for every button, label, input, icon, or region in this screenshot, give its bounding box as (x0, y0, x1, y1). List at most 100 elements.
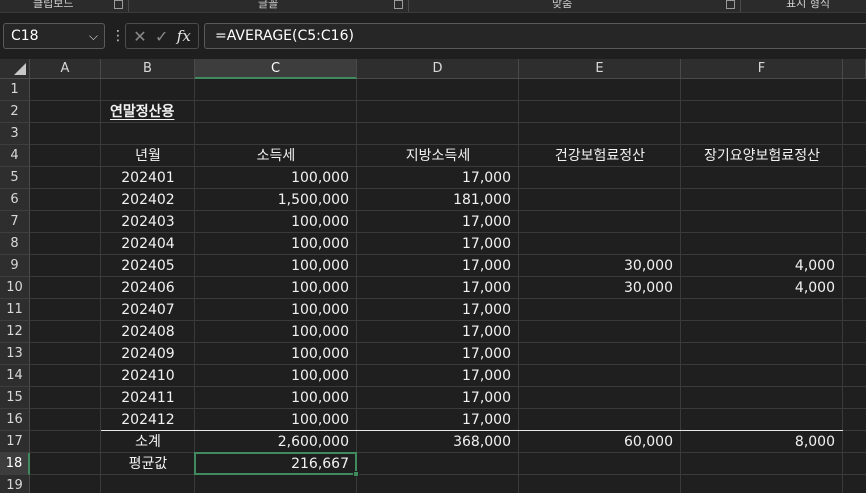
row-header-19[interactable]: 19 (0, 475, 30, 493)
row-header-6[interactable]: 6 (0, 189, 30, 211)
data-cell[interactable]: 100,000 (195, 343, 357, 365)
column-header-g[interactable] (843, 59, 866, 79)
data-cell[interactable]: 4,000 (681, 255, 843, 277)
data-cell[interactable]: 30,000 (519, 255, 681, 277)
data-cell[interactable]: 100,000 (195, 365, 357, 387)
data-cell[interactable]: 202411 (101, 387, 195, 409)
subtotal-cell[interactable]: 소계 (101, 431, 195, 453)
column-header-c[interactable]: C (195, 59, 357, 79)
data-cell[interactable]: 17,000 (357, 233, 519, 255)
ribbon-group-clipboard: 클립보드 (33, 0, 74, 10)
more-options-icon[interactable]: ⋮ (111, 26, 125, 48)
row-header-18[interactable]: 18 (0, 453, 30, 475)
data-cell[interactable]: 202412 (101, 409, 195, 431)
data-cell[interactable]: 17,000 (357, 365, 519, 387)
row-header-14[interactable]: 14 (0, 365, 30, 387)
formula-input[interactable]: =AVERAGE(C5:C16) (204, 23, 866, 49)
data-cell[interactable]: 17,000 (357, 321, 519, 343)
data-cell[interactable]: 202403 (101, 211, 195, 233)
font-launcher-icon[interactable] (394, 0, 403, 9)
data-cell[interactable]: 202405 (101, 255, 195, 277)
row-header-1[interactable]: 1 (0, 79, 30, 101)
row-header-11[interactable]: 11 (0, 299, 30, 321)
data-cell[interactable]: 17,000 (357, 211, 519, 233)
average-cell[interactable]: 평균값 (101, 453, 195, 475)
formula-buttons: ✕ ✓ fx (125, 23, 199, 49)
row-header-15[interactable]: 15 (0, 387, 30, 409)
column-header-f[interactable]: F (681, 59, 843, 79)
data-cell[interactable]: 202401 (101, 167, 195, 189)
column-header-e[interactable]: E (519, 59, 681, 79)
data-cell[interactable]: 100,000 (195, 255, 357, 277)
data-cell[interactable]: 202402 (101, 189, 195, 211)
data-cell[interactable]: 100,000 (195, 233, 357, 255)
row-header-10[interactable]: 10 (0, 277, 30, 299)
row-header-4[interactable]: 4 (0, 145, 30, 167)
column-title-1[interactable]: 년월 (101, 145, 195, 167)
data-cell[interactable]: 17,000 (357, 387, 519, 409)
ribbon-divider (128, 0, 129, 12)
insert-function-icon[interactable]: fx (177, 27, 191, 45)
column-title-3[interactable]: 지방소득세 (357, 145, 519, 167)
data-cell[interactable]: 30,000 (519, 277, 681, 299)
row-header-12[interactable]: 12 (0, 321, 30, 343)
data-cell[interactable]: 100,000 (195, 211, 357, 233)
row-header-9[interactable]: 9 (0, 255, 30, 277)
row-header-16[interactable]: 16 (0, 409, 30, 431)
subtotal-cell[interactable]: 368,000 (357, 431, 519, 453)
data-cell[interactable]: 202410 (101, 365, 195, 387)
column-title-4[interactable]: 건강보험료정산 (519, 145, 681, 167)
column-title-2[interactable]: 소득세 (195, 145, 357, 167)
data-cell[interactable]: 181,000 (357, 189, 519, 211)
data-cell[interactable]: 17,000 (357, 299, 519, 321)
ribbon-divider (740, 0, 741, 12)
sheet-title[interactable]: 연말정산용 (101, 101, 221, 123)
data-cell[interactable]: 202408 (101, 321, 195, 343)
cancel-icon[interactable]: ✕ (133, 27, 146, 46)
row-header-7[interactable]: 7 (0, 211, 30, 233)
enter-icon[interactable]: ✓ (155, 27, 168, 46)
data-cell[interactable]: 100,000 (195, 277, 357, 299)
ribbon-group-alignment: 맞춤 (552, 0, 573, 10)
row-header-3[interactable]: 3 (0, 123, 30, 145)
column-header-d[interactable]: D (357, 59, 519, 79)
data-cell[interactable]: 100,000 (195, 321, 357, 343)
data-cell[interactable]: 202404 (101, 233, 195, 255)
data-cell[interactable]: 17,000 (357, 167, 519, 189)
row-header-13[interactable]: 13 (0, 343, 30, 365)
clipboard-launcher-icon[interactable] (114, 0, 123, 9)
subtotal-cell[interactable]: 60,000 (519, 431, 681, 453)
row-header-5[interactable]: 5 (0, 167, 30, 189)
data-cell[interactable]: 100,000 (195, 409, 357, 431)
data-cell[interactable]: 4,000 (681, 277, 843, 299)
select-all-icon (14, 63, 26, 75)
row-header-8[interactable]: 8 (0, 233, 30, 255)
column-header-a[interactable]: A (30, 59, 101, 79)
data-cell[interactable]: 100,000 (195, 167, 357, 189)
row-header-2[interactable]: 2 (0, 101, 30, 123)
data-cell[interactable]: 17,000 (357, 277, 519, 299)
subtotal-cell[interactable]: 2,600,000 (195, 431, 357, 453)
data-cell[interactable]: 17,000 (357, 409, 519, 431)
column-title-5[interactable]: 장기요양보험료정산 (681, 145, 843, 167)
subtotal-cell[interactable]: 8,000 (681, 431, 843, 453)
fill-handle[interactable] (353, 471, 359, 477)
select-all-button[interactable] (0, 59, 30, 79)
row-header-17[interactable]: 17 (0, 431, 30, 453)
data-cell[interactable]: 100,000 (195, 387, 357, 409)
name-box[interactable]: C18 ⌵ (3, 23, 105, 49)
alignment-launcher-icon[interactable] (726, 0, 735, 9)
data-cell[interactable]: 17,000 (357, 343, 519, 365)
name-box-value: C18 (11, 28, 39, 44)
data-cell[interactable]: 202409 (101, 343, 195, 365)
chevron-down-icon[interactable]: ⌵ (89, 29, 98, 44)
data-cell[interactable]: 17,000 (357, 255, 519, 277)
column-header-b[interactable]: B (101, 59, 195, 79)
data-cell[interactable]: 100,000 (195, 299, 357, 321)
data-cell[interactable]: 202407 (101, 299, 195, 321)
average-cell[interactable]: 216,667 (195, 453, 357, 475)
data-cell[interactable]: 202406 (101, 277, 195, 299)
data-cell[interactable]: 1,500,000 (195, 189, 357, 211)
worksheet-grid[interactable]: A B C D E F 1 2 3 4 5 6 7 8 9 10 11 12 13 14 15 16 17 18 19 연말정산용… (0, 59, 866, 493)
formula-bar: C18 ⌵ ⋮ ✕ ✓ fx =AVERAGE(C5:C16) (0, 14, 866, 59)
